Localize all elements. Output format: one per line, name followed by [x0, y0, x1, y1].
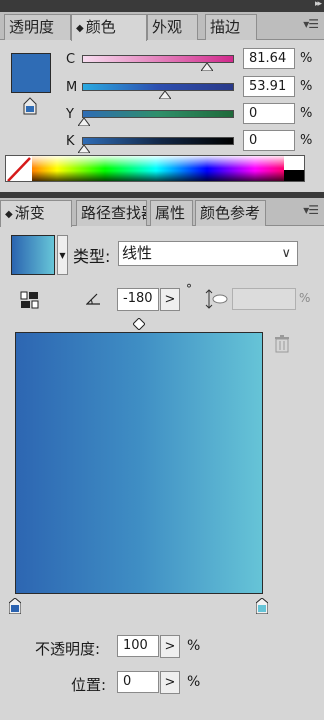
color-spectrum-bar[interactable] — [5, 155, 305, 182]
triangle-down-icon: ▼ — [59, 251, 66, 260]
chevron-down-icon: ∨ — [281, 246, 291, 261]
tab-gradient[interactable]: ◆ 渐变 — [0, 200, 72, 227]
tab-label: 颜色 — [85, 18, 116, 36]
tab-label: 渐变 — [14, 204, 45, 222]
slider-thumb[interactable] — [201, 63, 213, 71]
color-panel-tabbar: 透明度 ◆ 颜色 外观 描边 ▾☰ — [0, 12, 324, 41]
percent-unit: % — [300, 106, 313, 121]
gradient-panel-tabbar: ◆渐变 路径查找器 属性 颜色参考 ▾☰ — [0, 198, 324, 227]
tab-label: 透明度 — [9, 18, 55, 36]
tab-appearance[interactable]: 外观 — [147, 14, 198, 40]
slider-thumb[interactable] — [159, 91, 171, 99]
channel-letter: Y — [66, 107, 74, 122]
cyan-slider[interactable] — [82, 55, 234, 63]
tab-attributes[interactable]: 属性 — [150, 200, 193, 226]
panel-top-bar: ▸▸ — [0, 0, 324, 12]
opacity-label: 不透明度: — [35, 640, 101, 658]
cyan-value-input[interactable]: 81.64 — [243, 48, 295, 69]
gradient-presets-dropdown[interactable]: ▼ — [57, 235, 68, 275]
tab-color[interactable]: ◆ 颜色 — [71, 14, 147, 41]
chevron-right-icon: > — [164, 292, 176, 307]
location-label: 位置: — [71, 676, 107, 694]
tab-label: 外观 — [152, 18, 183, 36]
slider-thumb[interactable] — [78, 145, 90, 153]
channel-letter: M — [66, 80, 78, 95]
gradient-preview-area[interactable] — [15, 332, 263, 594]
tab-label: 属性 — [155, 204, 186, 222]
tab-label: 描边 — [210, 18, 241, 36]
gradient-midpoint-diamond[interactable] — [133, 318, 145, 330]
gradient-stop-left[interactable] — [9, 598, 21, 614]
magenta-value-input[interactable]: 53.91 — [243, 76, 295, 97]
fill-color-swatch[interactable] — [11, 53, 51, 93]
aspect-ratio-icon — [204, 288, 228, 310]
chevron-right-icon: > — [164, 639, 176, 654]
location-stepper-button[interactable]: > — [160, 671, 180, 694]
gradient-preview-swatch[interactable] — [11, 235, 55, 275]
panel-menu-icon[interactable]: ▾☰ — [303, 17, 319, 31]
magenta-slider[interactable] — [82, 83, 234, 91]
percent-unit: % — [300, 133, 313, 148]
location-input[interactable]: 0 — [117, 671, 159, 693]
channel-letter: C — [66, 52, 76, 67]
opacity-input[interactable]: 100 — [117, 635, 159, 657]
yellow-slider[interactable] — [82, 110, 234, 118]
gradient-type-select[interactable]: 线性 ∨ — [118, 241, 298, 266]
delete-stop-trash-icon[interactable] — [274, 335, 290, 353]
collapse-panels-icon[interactable]: ▸▸ — [315, 0, 322, 9]
tab-transparency[interactable]: 透明度 — [4, 14, 71, 40]
tab-color-guide[interactable]: 颜色参考 — [195, 200, 266, 226]
reverse-gradient-icon[interactable] — [20, 290, 40, 310]
gradient-type-value: 线性 — [122, 244, 153, 262]
black-slider[interactable] — [82, 137, 234, 145]
black-value-input[interactable]: 0 — [243, 130, 295, 151]
tab-stroke[interactable]: 描边 — [205, 14, 257, 40]
gradient-stop-right[interactable] — [256, 598, 268, 614]
expand-diamond-icon: ◆ — [5, 209, 13, 220]
channel-letter: K — [66, 134, 75, 149]
panel-menu-icon[interactable]: ▾☰ — [303, 203, 319, 217]
percent-unit: % — [300, 51, 313, 66]
percent-unit: % — [300, 79, 313, 94]
angle-stepper-button[interactable]: > — [160, 288, 180, 311]
angle-icon — [85, 292, 102, 306]
aspect-ratio-unit: % — [299, 291, 311, 305]
degree-symbol: ° — [186, 282, 192, 296]
expand-diamond-icon: ◆ — [76, 23, 84, 34]
tab-label: 颜色参考 — [200, 204, 261, 222]
aspect-ratio-input — [232, 288, 296, 310]
opacity-unit: % — [187, 638, 201, 654]
slider-thumb[interactable] — [78, 118, 90, 126]
angle-input[interactable]: -180 — [117, 288, 159, 311]
location-unit: % — [187, 674, 201, 690]
out-of-gamut-warning-icon[interactable] — [23, 97, 37, 115]
yellow-value-input[interactable]: 0 — [243, 103, 295, 124]
opacity-stepper-button[interactable]: > — [160, 635, 180, 658]
type-label: 类型: — [73, 247, 111, 266]
chevron-right-icon: > — [164, 675, 176, 690]
tab-pathfinder[interactable]: 路径查找器 — [76, 200, 147, 226]
tab-label: 路径查找器 — [81, 204, 146, 222]
